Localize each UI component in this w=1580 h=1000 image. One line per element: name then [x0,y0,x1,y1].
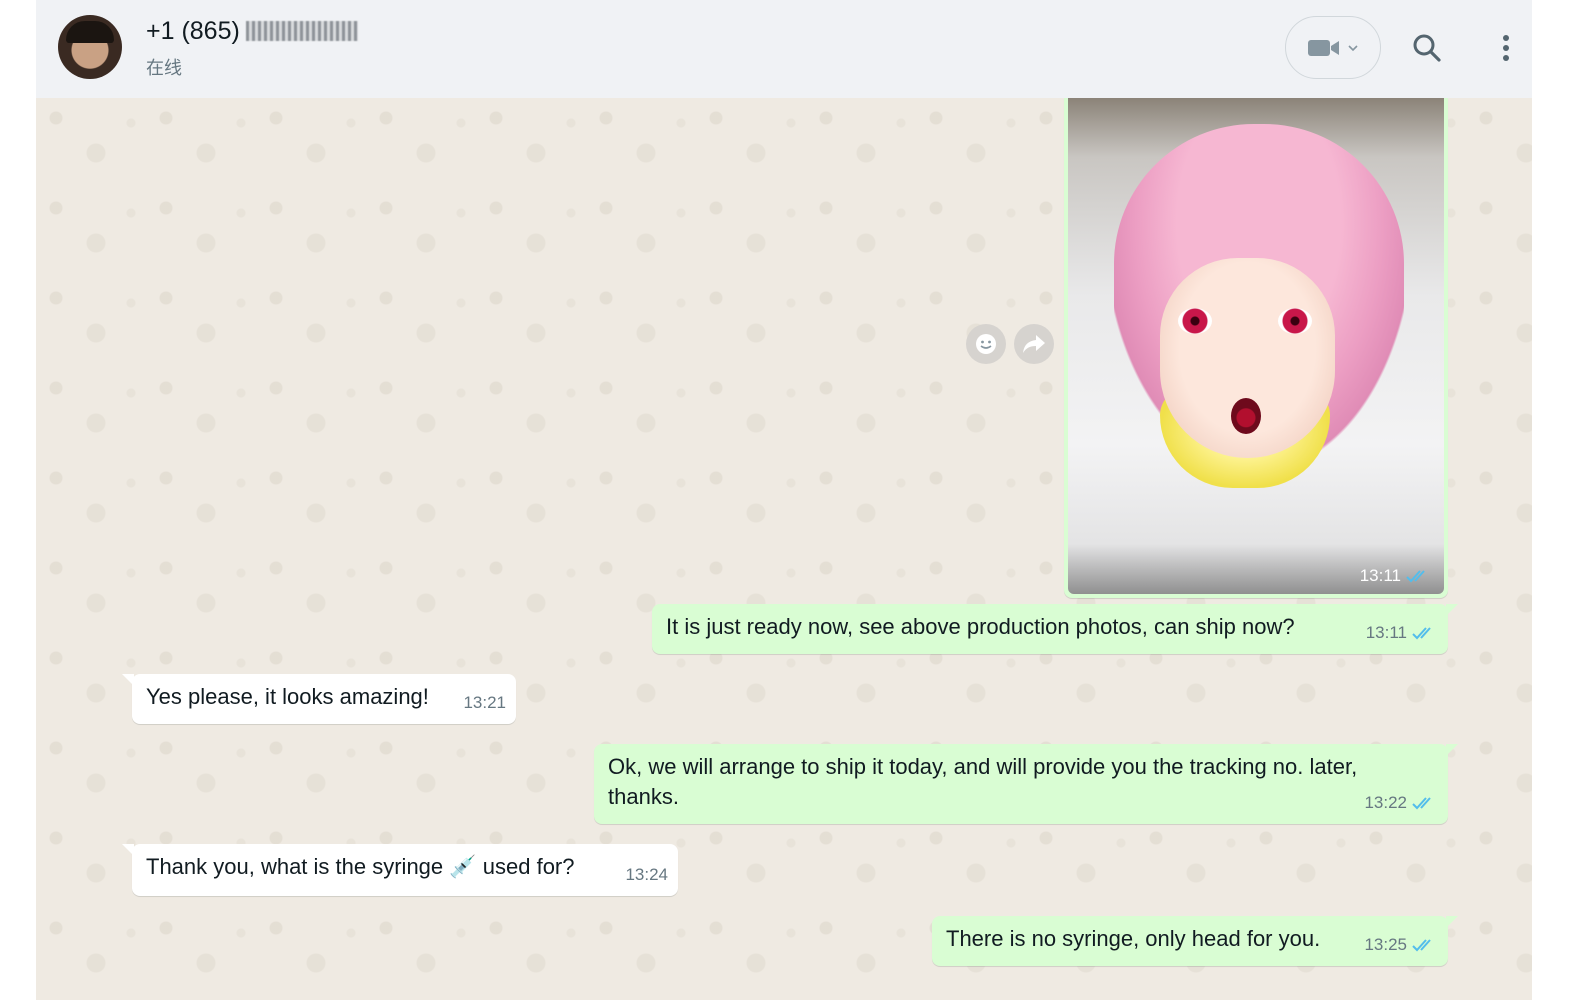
forward-button[interactable] [1014,324,1054,364]
message-text: Ok, we will arrange to ship it today, an… [608,754,1364,809]
react-button[interactable] [966,324,1006,364]
kebab-menu-icon [1503,35,1509,61]
video-call-button[interactable] [1285,16,1381,79]
contact-status: 在线 [146,58,182,79]
message-text: Yes please, it looks amazing! [146,684,429,709]
image-message[interactable]: 13:11 [1064,98,1448,598]
contact-name: +1 (865) [146,17,358,46]
message-time: 13:21 [463,693,506,712]
message-meta: 13:25 [1364,930,1438,960]
message-bubble-outgoing[interactable]: There is no syringe, only head for you. … [932,916,1458,966]
emoji-reaction-icon [976,334,996,354]
double-check-icon [1412,939,1431,952]
message-text: It is just ready now, see above producti… [666,614,1295,639]
message-time: 13:11 [1359,566,1401,585]
forward-icon [1023,335,1045,353]
photo-detail [1278,308,1312,334]
chat-window: +1 (865) 在线 13:11 It is just ready now, … [36,0,1532,1000]
message-time: 13:24 [625,865,668,884]
video-camera-icon [1308,39,1339,56]
photo-detail [1178,308,1212,334]
message-meta: 13:21 [463,688,506,718]
chevron-down-icon [1348,44,1358,51]
message-meta: 13:22 [1364,788,1438,818]
menu-button[interactable] [1488,30,1524,66]
message-bubble-incoming[interactable]: Thank you, what is the syringe 💉 used fo… [122,844,678,896]
message-time: 13:25 [1364,935,1407,954]
redacted-number [245,21,358,41]
contact-info[interactable]: +1 (865) 在线 [146,17,358,80]
message-bubble-outgoing[interactable]: Ok, we will arrange to ship it today, an… [594,744,1458,824]
message-meta: 13:24 [625,860,668,890]
search-button[interactable] [1409,30,1445,66]
message-meta: 13:11 [1366,618,1438,648]
double-check-icon [1406,570,1425,583]
search-icon [1413,34,1441,62]
contact-avatar[interactable] [58,15,122,79]
message-photo[interactable]: 13:11 [1068,98,1444,594]
message-time: 13:22 [1364,793,1407,812]
message-bubble-outgoing[interactable]: It is just ready now, see above producti… [652,604,1458,654]
message-meta: 13:11 [1360,566,1432,586]
message-text: There is no syringe, only head for you. [946,926,1321,951]
message-bubble-incoming[interactable]: Yes please, it looks amazing! 13:21 [122,674,516,724]
double-check-icon [1412,797,1431,810]
message-list[interactable]: 13:11 It is just ready now, see above pr… [36,98,1532,1000]
double-check-icon [1412,627,1431,640]
message-text: Thank you, what is the syringe 💉 used fo… [146,854,575,879]
photo-detail [1231,398,1261,434]
chat-header[interactable]: +1 (865) 在线 [36,0,1532,98]
message-time: 13:11 [1365,623,1407,642]
